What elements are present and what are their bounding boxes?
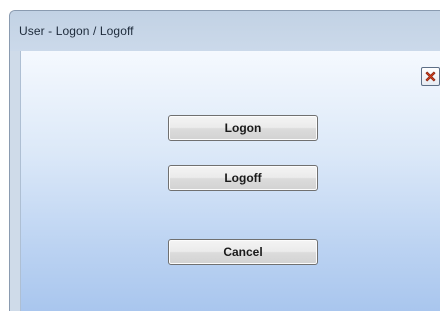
logon-button[interactable]: Logon (168, 115, 318, 141)
title-bar[interactable]: User - Logon / Logoff (10, 11, 440, 51)
close-button[interactable] (421, 67, 440, 86)
dialog-window: User - Logon / Logoff Logon Logoff Cance… (9, 10, 440, 311)
close-icon (425, 71, 436, 82)
logoff-button[interactable]: Logoff (168, 165, 318, 191)
dialog-content: Logon Logoff Cancel (20, 51, 440, 311)
cancel-button[interactable]: Cancel (168, 239, 318, 265)
window-title: User - Logon / Logoff (19, 24, 134, 38)
